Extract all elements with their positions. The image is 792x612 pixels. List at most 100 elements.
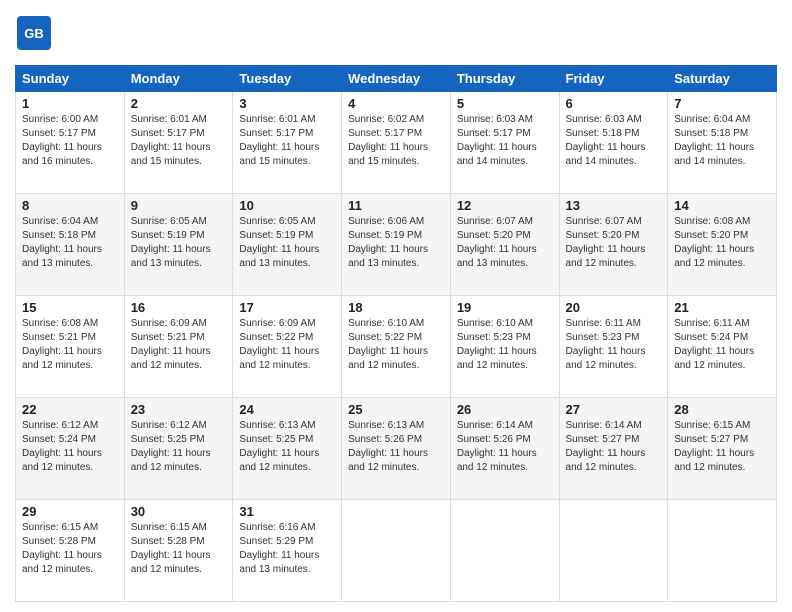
day-info: Sunrise: 6:13 AMSunset: 5:25 PMDaylight:…: [239, 419, 335, 475]
day-number: 26: [457, 402, 553, 417]
calendar-week-row: 15 Sunrise: 6:08 AMSunset: 5:21 PMDayligh…: [16, 296, 777, 398]
calendar-cell: 25 Sunrise: 6:13 AMSunset: 5:26 PMDayligh…: [342, 398, 451, 500]
day-info: Sunrise: 6:00 AMSunset: 5:17 PMDaylight:…: [22, 113, 118, 169]
header: GB: [15, 10, 777, 57]
day-number: 8: [22, 198, 118, 213]
day-info: Sunrise: 6:11 AMSunset: 5:23 PMDaylight:…: [566, 317, 662, 373]
day-number: 1: [22, 96, 118, 111]
day-number: 30: [131, 504, 227, 519]
day-number: 7: [674, 96, 770, 111]
day-info: Sunrise: 6:10 AMSunset: 5:23 PMDaylight:…: [457, 317, 553, 373]
day-info: Sunrise: 6:15 AMSunset: 5:28 PMDaylight:…: [22, 521, 118, 577]
calendar-cell: 27Sunrise: 6:14 AMSunset: 5:27 PMDayligh…: [559, 398, 668, 500]
day-number: 24: [239, 402, 335, 417]
day-info: Sunrise: 6:11 AMSunset: 5:24 PMDaylight:…: [674, 317, 770, 373]
calendar-cell: 17Sunrise: 6:09 AMSunset: 5:22 PMDayligh…: [233, 296, 342, 398]
day-info: Sunrise: 6:13 AMSunset: 5:26 PMDaylight:…: [348, 419, 444, 475]
calendar-week-row: 29 Sunrise: 6:15 AMSunset: 5:28 PMDayligh…: [16, 500, 777, 602]
calendar-cell: [559, 500, 668, 602]
day-number: 15: [22, 300, 118, 315]
day-number: 17: [239, 300, 335, 315]
day-info: Sunrise: 6:06 AMSunset: 5:19 PMDaylight:…: [348, 215, 444, 271]
calendar-cell: 12Sunrise: 6:07 AMSunset: 5:20 PMDayligh…: [450, 194, 559, 296]
calendar-cell: 4 Sunrise: 6:02 AMSunset: 5:17 PMDaylight…: [342, 92, 451, 194]
day-info: Sunrise: 6:15 AMSunset: 5:28 PMDaylight:…: [131, 521, 227, 577]
logo: GB: [15, 14, 57, 57]
day-info: Sunrise: 6:04 AMSunset: 5:18 PMDaylight:…: [22, 215, 118, 271]
calendar-week-row: 22 Sunrise: 6:12 AMSunset: 5:24 PMDayligh…: [16, 398, 777, 500]
calendar-cell: [342, 500, 451, 602]
calendar-day-header: Thursday: [450, 66, 559, 92]
page: GB SundayMondayTuesdayWednesdayThursdayF…: [0, 0, 792, 612]
day-info: Sunrise: 6:05 AMSunset: 5:19 PMDaylight:…: [131, 215, 227, 271]
day-number: 18: [348, 300, 444, 315]
calendar-day-header: Tuesday: [233, 66, 342, 92]
calendar-cell: 28Sunrise: 6:15 AMSunset: 5:27 PMDayligh…: [668, 398, 777, 500]
day-info: Sunrise: 6:08 AMSunset: 5:21 PMDaylight:…: [22, 317, 118, 373]
day-info: Sunrise: 6:01 AMSunset: 5:17 PMDaylight:…: [131, 113, 227, 169]
calendar-header-row: SundayMondayTuesdayWednesdayThursdayFrid…: [16, 66, 777, 92]
calendar-cell: 21 Sunrise: 6:11 AMSunset: 5:24 PMDayligh…: [668, 296, 777, 398]
calendar-body: 1 Sunrise: 6:00 AMSunset: 5:17 PMDaylight…: [16, 92, 777, 602]
day-info: Sunrise: 6:05 AMSunset: 5:19 PMDaylight:…: [239, 215, 335, 271]
day-number: 3: [239, 96, 335, 111]
calendar-week-row: 1 Sunrise: 6:00 AMSunset: 5:17 PMDaylight…: [16, 92, 777, 194]
calendar-cell: 20 Sunrise: 6:11 AMSunset: 5:23 PMDayligh…: [559, 296, 668, 398]
calendar-day-header: Monday: [124, 66, 233, 92]
day-number: 20: [566, 300, 662, 315]
day-info: Sunrise: 6:12 AMSunset: 5:25 PMDaylight:…: [131, 419, 227, 475]
calendar-cell: 9Sunrise: 6:05 AMSunset: 5:19 PMDaylight…: [124, 194, 233, 296]
calendar-cell: 8 Sunrise: 6:04 AMSunset: 5:18 PMDaylight…: [16, 194, 125, 296]
day-info: Sunrise: 6:08 AMSunset: 5:20 PMDaylight:…: [674, 215, 770, 271]
calendar-week-row: 8 Sunrise: 6:04 AMSunset: 5:18 PMDaylight…: [16, 194, 777, 296]
calendar-day-header: Friday: [559, 66, 668, 92]
day-number: 12: [457, 198, 553, 213]
day-number: 27: [566, 402, 662, 417]
calendar-cell: 24 Sunrise: 6:13 AMSunset: 5:25 PMDayligh…: [233, 398, 342, 500]
day-number: 29: [22, 504, 118, 519]
calendar-cell: 15 Sunrise: 6:08 AMSunset: 5:21 PMDayligh…: [16, 296, 125, 398]
day-number: 10: [239, 198, 335, 213]
day-info: Sunrise: 6:10 AMSunset: 5:22 PMDaylight:…: [348, 317, 444, 373]
calendar-cell: 1 Sunrise: 6:00 AMSunset: 5:17 PMDaylight…: [16, 92, 125, 194]
calendar-cell: 16Sunrise: 6:09 AMSunset: 5:21 PMDayligh…: [124, 296, 233, 398]
calendar-cell: 11Sunrise: 6:06 AMSunset: 5:19 PMDayligh…: [342, 194, 451, 296]
day-number: 14: [674, 198, 770, 213]
day-number: 31: [239, 504, 335, 519]
day-number: 21: [674, 300, 770, 315]
calendar-cell: 2Sunrise: 6:01 AMSunset: 5:17 PMDaylight…: [124, 92, 233, 194]
day-number: 13: [566, 198, 662, 213]
day-info: Sunrise: 6:16 AMSunset: 5:29 PMDaylight:…: [239, 521, 335, 577]
calendar-cell: 23Sunrise: 6:12 AMSunset: 5:25 PMDayligh…: [124, 398, 233, 500]
day-number: 4: [348, 96, 444, 111]
day-number: 28: [674, 402, 770, 417]
calendar-day-header: Sunday: [16, 66, 125, 92]
calendar-cell: 30 Sunrise: 6:15 AMSunset: 5:28 PMDayligh…: [124, 500, 233, 602]
day-number: 6: [566, 96, 662, 111]
calendar-cell: 7 Sunrise: 6:04 AMSunset: 5:18 PMDaylight…: [668, 92, 777, 194]
calendar-cell: [668, 500, 777, 602]
calendar-cell: 26 Sunrise: 6:14 AMSunset: 5:26 PMDayligh…: [450, 398, 559, 500]
logo-icon: GB: [15, 14, 53, 52]
day-info: Sunrise: 6:02 AMSunset: 5:17 PMDaylight:…: [348, 113, 444, 169]
day-number: 22: [22, 402, 118, 417]
svg-text:GB: GB: [24, 26, 44, 41]
calendar-cell: 5Sunrise: 6:03 AMSunset: 5:17 PMDaylight…: [450, 92, 559, 194]
day-info: Sunrise: 6:09 AMSunset: 5:21 PMDaylight:…: [131, 317, 227, 373]
day-info: Sunrise: 6:04 AMSunset: 5:18 PMDaylight:…: [674, 113, 770, 169]
calendar-cell: 19 Sunrise: 6:10 AMSunset: 5:23 PMDayligh…: [450, 296, 559, 398]
calendar-day-header: Saturday: [668, 66, 777, 92]
day-info: Sunrise: 6:12 AMSunset: 5:24 PMDaylight:…: [22, 419, 118, 475]
day-number: 25: [348, 402, 444, 417]
calendar-cell: 22 Sunrise: 6:12 AMSunset: 5:24 PMDayligh…: [16, 398, 125, 500]
day-number: 19: [457, 300, 553, 315]
day-info: Sunrise: 6:01 AMSunset: 5:17 PMDaylight:…: [239, 113, 335, 169]
day-info: Sunrise: 6:03 AMSunset: 5:17 PMDaylight:…: [457, 113, 553, 169]
calendar-cell: 31 Sunrise: 6:16 AMSunset: 5:29 PMDayligh…: [233, 500, 342, 602]
calendar-cell: 3 Sunrise: 6:01 AMSunset: 5:17 PMDaylight…: [233, 92, 342, 194]
calendar-day-header: Wednesday: [342, 66, 451, 92]
calendar-cell: 10 Sunrise: 6:05 AMSunset: 5:19 PMDayligh…: [233, 194, 342, 296]
calendar-cell: 14 Sunrise: 6:08 AMSunset: 5:20 PMDayligh…: [668, 194, 777, 296]
day-info: Sunrise: 6:14 AMSunset: 5:26 PMDaylight:…: [457, 419, 553, 475]
calendar-cell: [450, 500, 559, 602]
